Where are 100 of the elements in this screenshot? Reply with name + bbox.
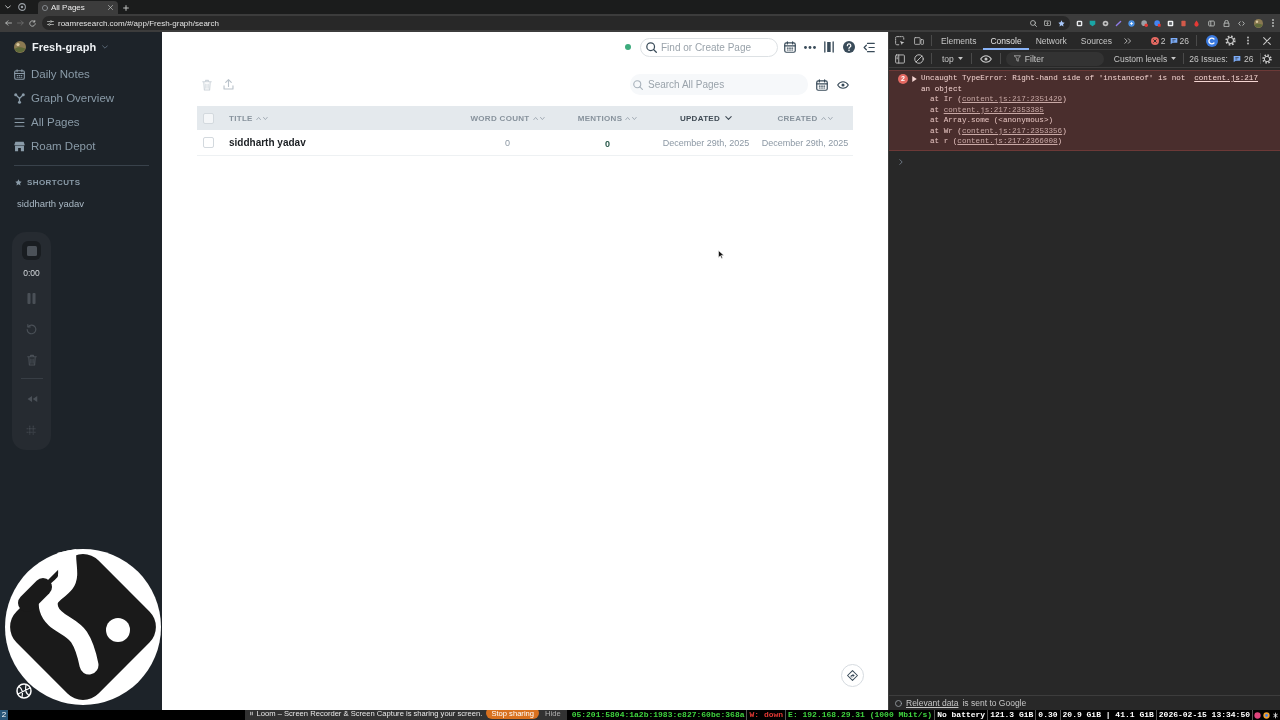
extension-icon[interactable] bbox=[1128, 19, 1135, 27]
clear-icon[interactable] bbox=[914, 53, 924, 64]
message-counter[interactable]: 26 bbox=[1169, 35, 1189, 46]
pause-icon[interactable] bbox=[249, 710, 253, 716]
code-icon[interactable] bbox=[1238, 19, 1245, 27]
address-bar[interactable]: roamresearch.com/#/app/Fresh-graph/search bbox=[42, 16, 1070, 30]
table-cell: December 29th, 2025 bbox=[662, 137, 750, 148]
back-icon[interactable] bbox=[5, 20, 12, 26]
url-text: roamresearch.com/#/app/Fresh-graph/search bbox=[58, 18, 220, 28]
error-counter[interactable]: 2 bbox=[1150, 35, 1166, 46]
floating-button[interactable] bbox=[841, 664, 864, 687]
settings-icon[interactable] bbox=[1262, 53, 1272, 64]
plus-icon[interactable] bbox=[123, 5, 129, 11]
chevron-down-icon[interactable] bbox=[5, 5, 11, 9]
device-icon[interactable] bbox=[914, 35, 924, 46]
extension-icon[interactable] bbox=[1141, 19, 1148, 27]
status-text: 05:201:5804:1a2b:1983:e827:60be:368a bbox=[569, 710, 748, 720]
expand-triangle-icon[interactable] bbox=[912, 75, 917, 82]
status-text: 2026-02-15 13:34:50 bbox=[1156, 710, 1253, 720]
graph-name[interactable]: Fresh-graph bbox=[32, 41, 97, 53]
nav-item[interactable]: Roam Depot bbox=[0, 134, 100, 158]
graph-icon bbox=[14, 92, 25, 104]
eye-icon[interactable] bbox=[837, 80, 849, 89]
search-field[interactable]: Search All Pages bbox=[630, 74, 808, 95]
chevron-down-icon bbox=[725, 116, 733, 120]
checkbox[interactable] bbox=[203, 137, 214, 148]
caret-icon bbox=[957, 57, 963, 60]
table-cell: 0 bbox=[605, 138, 610, 149]
status-text: W: down bbox=[747, 710, 787, 720]
status-text: No battery bbox=[935, 710, 989, 720]
side-panel-icon[interactable] bbox=[1208, 19, 1215, 27]
lock-icon[interactable] bbox=[1223, 19, 1230, 27]
nav-item[interactable]: All Pages bbox=[0, 110, 84, 134]
inspect-icon[interactable] bbox=[895, 35, 905, 46]
close-icon[interactable] bbox=[1263, 36, 1271, 45]
restart-icon[interactable] bbox=[26, 324, 37, 335]
status-dot-icon bbox=[625, 44, 631, 50]
sort-arrows-icon bbox=[532, 115, 545, 121]
levels-dropdown[interactable]: Custom levels bbox=[1113, 53, 1177, 64]
assistant-icon[interactable] bbox=[1206, 34, 1218, 47]
section-heading: SHORTCUTS bbox=[27, 177, 81, 187]
reload-icon[interactable] bbox=[29, 19, 36, 27]
context-dropdown[interactable]: top bbox=[942, 53, 963, 64]
status-text: 20.9 GiB | 41.1 GiB bbox=[1060, 710, 1157, 720]
avatar-icon bbox=[14, 41, 26, 53]
calendar-icon bbox=[14, 68, 25, 80]
menu-icon[interactable] bbox=[863, 41, 875, 53]
close-icon[interactable] bbox=[108, 5, 113, 10]
devtools-tab[interactable]: Sources bbox=[1073, 31, 1119, 50]
store-icon bbox=[14, 140, 25, 152]
table-cell: December 29th, 2025 bbox=[761, 137, 849, 148]
install-icon[interactable] bbox=[1044, 19, 1051, 27]
avatar-icon[interactable] bbox=[1254, 18, 1263, 28]
more-icon[interactable] bbox=[804, 45, 816, 49]
calendar-icon[interactable] bbox=[816, 78, 828, 91]
nav-item[interactable]: Daily Notes bbox=[0, 62, 94, 86]
diamond-arrow-icon bbox=[847, 670, 858, 681]
sidebar-icon[interactable] bbox=[895, 53, 905, 64]
search-icon bbox=[646, 41, 657, 53]
search-field[interactable]: Find or Create Page bbox=[640, 37, 778, 57]
star-icon[interactable] bbox=[1058, 19, 1065, 27]
browser-tab[interactable]: All Pages bbox=[38, 1, 118, 14]
settings-icon[interactable] bbox=[1225, 35, 1236, 46]
ball-icon[interactable] bbox=[16, 683, 32, 699]
privacy-link[interactable]: Relevant data bbox=[906, 698, 959, 708]
column-header[interactable]: UPDATED bbox=[679, 113, 733, 123]
status-text: 121.3 GiB bbox=[988, 710, 1037, 720]
sort-arrows-icon bbox=[820, 115, 833, 121]
workspace-button[interactable]: 2 bbox=[0, 710, 8, 720]
timer-text: 0:00 bbox=[23, 268, 40, 279]
cursor-icon bbox=[718, 250, 724, 259]
status-text: E: 192.168.29.31 (1000 Mbit/s) bbox=[786, 710, 936, 720]
filter-icon bbox=[1013, 55, 1021, 62]
nav-item[interactable]: Graph Overview bbox=[0, 86, 119, 110]
calendar-icon[interactable] bbox=[784, 41, 796, 53]
search-icon[interactable] bbox=[1030, 19, 1037, 27]
tray-icon[interactable] bbox=[1272, 711, 1279, 719]
page-link[interactable]: siddharth yadav bbox=[229, 137, 306, 148]
circle-icon[interactable] bbox=[895, 699, 902, 707]
devtools-tab[interactable]: Console bbox=[983, 31, 1029, 50]
status-text: 0.30 bbox=[1036, 710, 1061, 720]
issues-button[interactable]: 26 Issues: 26 bbox=[1189, 53, 1254, 64]
error-icon bbox=[1150, 36, 1159, 45]
shortcut-item[interactable]: siddharth yadav bbox=[17, 198, 85, 209]
ring-icon[interactable] bbox=[18, 3, 26, 11]
star-icon bbox=[15, 178, 22, 186]
chevrons-right-icon[interactable] bbox=[1124, 37, 1132, 44]
message-icon bbox=[1232, 54, 1241, 63]
sort-arrows-icon bbox=[625, 115, 638, 121]
sliders-icon[interactable] bbox=[47, 20, 54, 26]
checkbox[interactable] bbox=[203, 112, 214, 124]
devtools-tab[interactable]: Network bbox=[1028, 31, 1074, 50]
caret-icon bbox=[1171, 57, 1177, 60]
square-icon bbox=[26, 245, 37, 256]
columns-icon[interactable] bbox=[824, 41, 834, 53]
filter-field[interactable]: Filter bbox=[1005, 51, 1104, 66]
sort-arrows-icon bbox=[255, 115, 268, 121]
help-icon[interactable] bbox=[843, 41, 855, 53]
table-cell: 0 bbox=[505, 137, 510, 148]
devtools-tab[interactable]: Elements bbox=[934, 31, 984, 50]
